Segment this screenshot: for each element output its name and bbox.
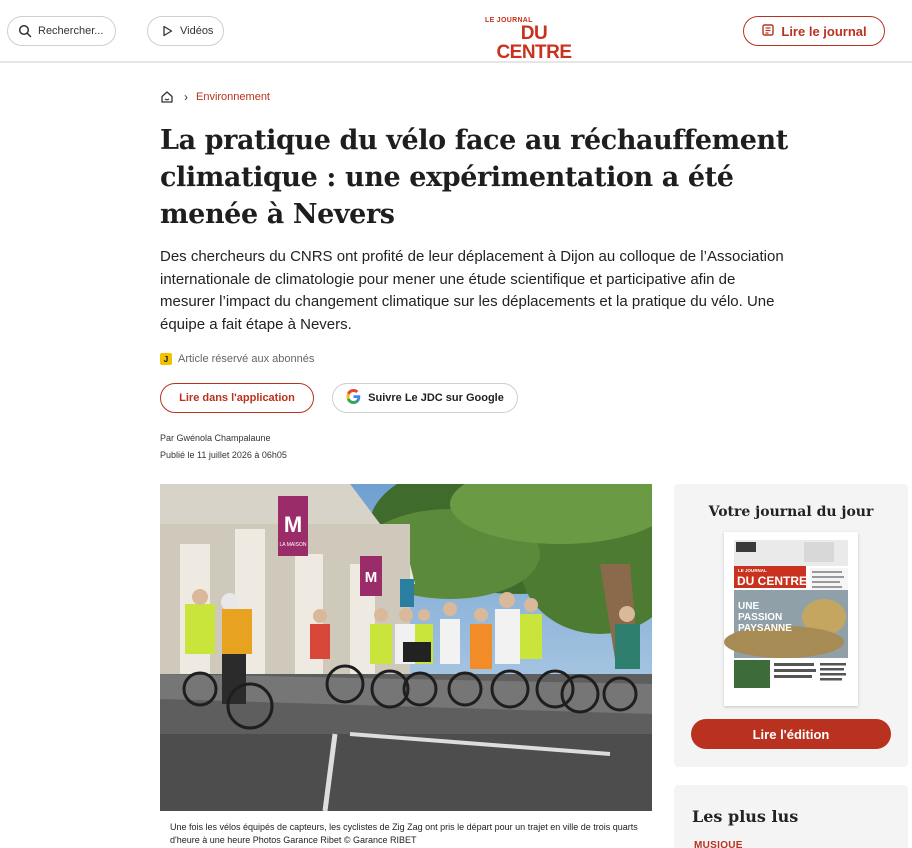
logo-big-text: DU CENTRE [496,23,572,63]
subscriber-notice: J Article réservé aux abonnés [160,353,314,365]
breadcrumb-category[interactable]: Environnement [196,91,270,103]
breadcrumb: › Environnement [160,90,270,104]
most-read-title: Les plus lus [692,807,799,826]
cover-headline-3: PAYSANNE [738,623,792,634]
cover-headline-2: PASSION [738,612,782,623]
follow-google-label: Suivre Le JDC sur Google [368,392,504,404]
read-edition-button[interactable]: Lire l'édition [691,719,891,749]
google-icon [346,389,361,407]
chevron-right-icon: › [184,90,188,104]
read-in-app-button[interactable]: Lire dans l'application [160,383,314,413]
article-lead: Des chercheurs du CNRS ont profité de le… [160,248,784,333]
videos-button[interactable]: Vidéos [147,16,224,46]
most-read-card: Les plus lus MUSIQUE [674,785,908,848]
site-header: Rechercher... Vidéos LE JOURNAL DU CENTR… [0,0,912,63]
todays-journal-title: Votre journal du jour [708,504,874,520]
todays-journal-card: Votre journal du jour LE JOURNAL DU CENT… [674,484,908,767]
home-icon[interactable] [160,90,174,104]
photo-sign-text: LA MAISON [280,542,307,548]
search-button[interactable]: Rechercher... [7,16,116,46]
byline: Par Gwénola Champalaune Publié le 11 jui… [160,430,287,464]
search-icon [18,24,32,38]
follow-google-button[interactable]: Suivre Le JDC sur Google [332,383,518,413]
play-icon [160,24,174,38]
videos-label: Vidéos [180,25,214,37]
photo-caption: Une fois les vélos équipés de capteurs, … [170,822,638,845]
site-logo[interactable]: LE JOURNAL DU CENTRE [484,17,584,62]
cover-logo-small: LE JOURNAL [738,568,767,573]
cover-headline-1: UNE [738,601,759,612]
read-journal-label: Lire le journal [781,23,867,39]
author: Par Gwénola Champalaune [160,433,271,443]
journal-cover-image[interactable]: LE JOURNAL DU CENTRE UNE PASSION PAYSANN… [724,532,858,706]
published-date: Publié le 11 juillet 2026 à 06h05 [160,450,287,460]
cover-logo-big: DU CENTRE [737,574,807,588]
newspaper-icon [761,23,775,40]
subscriber-label: Article réservé aux abonnés [178,353,315,365]
most-read-category-tag[interactable]: MUSIQUE [694,840,743,848]
svg-text:M: M [284,512,302,537]
svg-text:M: M [365,569,378,586]
subscriber-badge: J [160,353,172,365]
read-journal-button[interactable]: Lire le journal [743,16,885,46]
search-label: Rechercher... [38,25,104,37]
article-title: La pratique du vélo face au réchauffemen… [160,125,788,230]
article-photo[interactable]: M LA MAISON M [160,484,652,811]
